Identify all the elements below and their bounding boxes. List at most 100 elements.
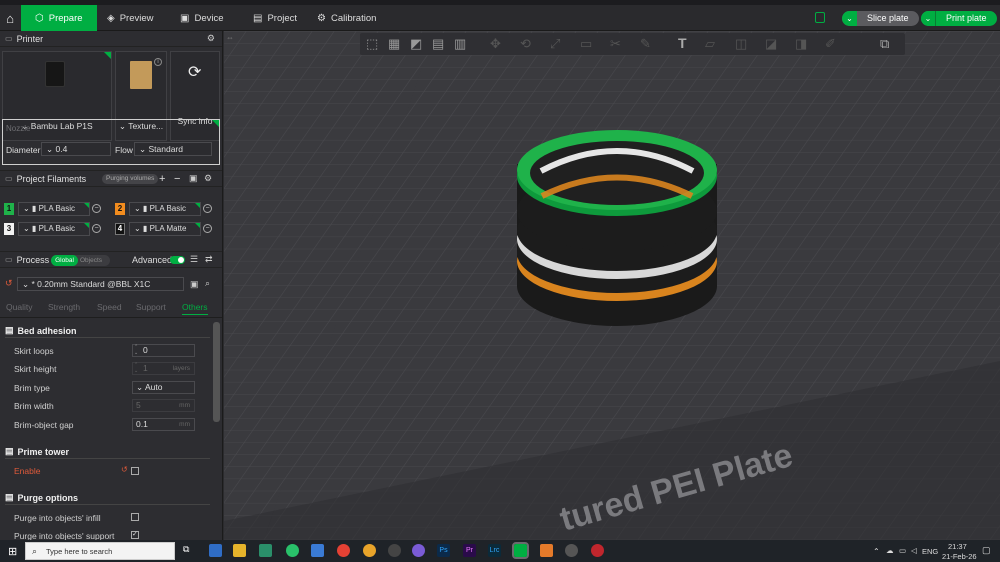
whatsapp-icon[interactable]	[286, 544, 299, 557]
brim-ears-icon[interactable]: ◨	[795, 36, 807, 52]
skirt-height-input[interactable]: ⌃ ⌄ 1 layers	[132, 362, 195, 375]
app-icon[interactable]	[591, 544, 604, 557]
subtab-quality[interactable]: Quality	[6, 302, 32, 312]
chatgpt-icon[interactable]	[388, 544, 401, 557]
add-filament-icon[interactable]: +	[159, 173, 165, 185]
app-icon[interactable]	[209, 544, 222, 557]
slice-plate-button[interactable]: ⌄ Slice plate	[842, 11, 919, 26]
seam-icon[interactable]: ◪	[765, 36, 777, 52]
remove-icon[interactable]: −	[203, 204, 212, 213]
filament-select[interactable]: ⌄ ▮ PLA Matte	[129, 221, 201, 236]
photoshop-icon[interactable]: Ps	[437, 544, 450, 557]
volume-icon[interactable]: ◁	[911, 546, 917, 555]
plate-icon[interactable]	[815, 12, 825, 23]
grid-icon[interactable]: ▦	[388, 36, 400, 52]
gear-icon[interactable]: ⚙	[207, 33, 215, 44]
windows-start-icon[interactable]: ⊞	[8, 545, 17, 558]
remove-icon[interactable]: −	[203, 224, 212, 233]
filament-slot-2[interactable]: 2 ⌄ ▮ PLA Basic −	[115, 200, 212, 217]
build-plate-canvas[interactable]: tured PEI Plate	[224, 31, 1000, 540]
scale-icon[interactable]: ⤢	[550, 36, 560, 52]
task-view-icon[interactable]: ⧉	[183, 544, 196, 557]
subtab-others[interactable]: Others	[182, 302, 208, 315]
chevron-up-icon[interactable]: ⌃	[873, 547, 880, 556]
info-icon[interactable]: i	[154, 58, 162, 66]
3d-viewport[interactable]: tured PEI Plate ⬚ ▦ ◩ ▤ ▥ ✥ ⟲ ⤢ ▭ ✂ ✎ T …	[224, 31, 1000, 540]
save-icon[interactable]: ▣	[189, 173, 198, 184]
print-plate-button[interactable]: ⌄ Print plate	[921, 11, 997, 26]
app-icon[interactable]	[565, 544, 578, 557]
subtab-strength[interactable]: Strength	[48, 302, 80, 312]
chevron-down-icon[interactable]: ⌄	[842, 11, 857, 26]
support-paint-icon[interactable]: ✎	[640, 36, 651, 52]
cloud-icon[interactable]: ☁	[886, 546, 894, 555]
global-option[interactable]: Global	[51, 255, 78, 266]
sidebar-scrollbar[interactable]	[213, 322, 220, 422]
brim-width-input[interactable]: 5 mm	[132, 399, 195, 412]
remove-icon[interactable]: −	[92, 204, 101, 213]
color-paint-icon[interactable]: ✐	[825, 36, 836, 52]
skirt-loops-input[interactable]: ⌃ ⌄ 0	[132, 344, 195, 357]
search-icon[interactable]: ⌕	[205, 278, 210, 289]
file-explorer-icon[interactable]	[233, 544, 246, 557]
notification-icon[interactable]: ▢	[982, 545, 991, 556]
rotate-icon[interactable]: ⟲	[520, 36, 531, 52]
app-icon[interactable]	[311, 544, 324, 557]
layers-icon[interactable]: ▥	[454, 36, 466, 52]
tab-calibration[interactable]: ⚙ Calibration	[317, 5, 376, 31]
objects-list-icon[interactable]: ⧉	[880, 36, 889, 52]
purging-volumes-button[interactable]: Purging volumes	[102, 174, 159, 184]
filament-slot-3[interactable]: 3 ⌄ ▮ PLA Basic −	[4, 220, 101, 237]
filament-slot-1[interactable]: 1 ⌄ ▮ PLA Basic −	[4, 200, 101, 217]
advanced-toggle[interactable]	[170, 256, 185, 264]
premiere-icon[interactable]: Pr	[463, 544, 476, 557]
cut-icon[interactable]: ✂	[610, 36, 621, 52]
move-icon[interactable]: ✥	[490, 36, 501, 52]
clock-date[interactable]: 21-Feb-26	[942, 552, 977, 561]
language-indicator[interactable]: ENG	[922, 547, 938, 556]
purge-infill-checkbox[interactable]	[131, 513, 139, 521]
compare-icon[interactable]: ⇄	[205, 254, 213, 265]
lightroom-icon[interactable]: Lrc	[488, 544, 501, 557]
subtab-support[interactable]: Support	[136, 302, 166, 312]
home-icon[interactable]: ⌂	[0, 5, 20, 31]
assembly-icon[interactable]: ◫	[735, 36, 747, 52]
save-icon[interactable]: ▣	[190, 279, 199, 290]
taskbar-search[interactable]: ⌕ Type here to search	[25, 542, 175, 560]
subtab-speed[interactable]: Speed	[97, 302, 122, 312]
filament-slot-4[interactable]: 4 ⌄ ▮ PLA Matte −	[115, 220, 212, 237]
remove-icon[interactable]: −	[92, 224, 101, 233]
diameter-select[interactable]: ⌄ 0.4	[41, 142, 111, 156]
filament-select[interactable]: ⌄ ▮ PLA Basic	[129, 201, 201, 216]
app-icon[interactable]	[412, 544, 425, 557]
remove-filament-icon[interactable]: −	[174, 173, 180, 185]
tab-project[interactable]: ▤ Project	[253, 5, 297, 31]
ring-model[interactable]	[517, 130, 717, 326]
chrome-icon[interactable]	[363, 544, 376, 557]
collapse-sidebar-icon[interactable]: ⇔	[226, 33, 234, 42]
text-tool-icon[interactable]: T	[678, 35, 687, 51]
objects-option[interactable]: Objects	[80, 255, 102, 266]
filament-select[interactable]: ⌄ ▮ PLA Basic	[18, 221, 90, 236]
brim-gap-input[interactable]: 0.1 mm	[132, 418, 195, 431]
clock-time[interactable]: 21:37	[948, 542, 967, 551]
brim-type-select[interactable]: ⌄ Auto	[132, 381, 195, 394]
reset-icon[interactable]: ↺	[5, 278, 13, 289]
process-preset-select[interactable]: ⌄ * 0.20mm Standard @BBL X1C	[17, 277, 184, 291]
filament-select[interactable]: ⌄ ▮ PLA Basic	[18, 201, 90, 216]
network-icon[interactable]: ▭	[899, 546, 906, 555]
tab-prepare[interactable]: ⬡ Prepare	[21, 5, 97, 31]
tab-device[interactable]: ▣ Device	[180, 5, 224, 31]
store-icon[interactable]	[259, 544, 272, 557]
chrome-icon[interactable]	[337, 544, 350, 557]
list-icon[interactable]: ☰	[190, 254, 198, 265]
app-icon[interactable]	[540, 544, 553, 557]
gear-icon[interactable]: ⚙	[204, 173, 212, 184]
prime-tower-enable-checkbox[interactable]	[131, 467, 139, 475]
chevron-down-icon[interactable]: ⌄	[921, 11, 936, 26]
reset-icon[interactable]: ↺	[121, 465, 128, 474]
orient-icon[interactable]: ◩	[410, 36, 422, 52]
flow-select[interactable]: ⌄ Standard	[134, 142, 212, 156]
tab-preview[interactable]: ◈ Preview	[107, 5, 154, 31]
lay-flat-icon[interactable]: ▭	[580, 36, 592, 52]
